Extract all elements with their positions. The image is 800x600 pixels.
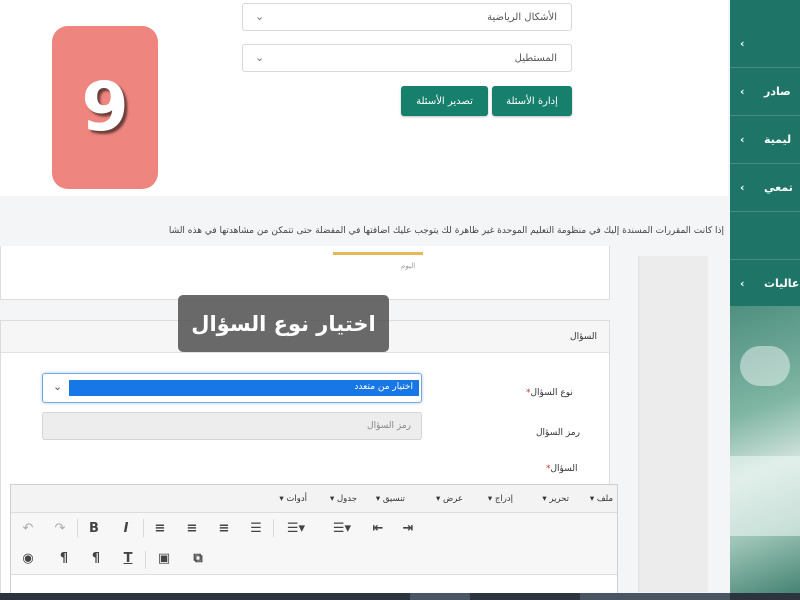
step-number-badge: 9 (52, 26, 158, 189)
shape-select-value: الأشكال الرياضية (487, 11, 557, 23)
export-questions-button[interactable]: تصدير الأسئلة (401, 86, 488, 116)
sidebar-item-3[interactable]: ‹ ليمية (730, 116, 800, 164)
chevron-down-icon: ⌄ (255, 51, 265, 64)
align-center-icon[interactable]: ≡ (181, 517, 203, 539)
paste-icon[interactable]: ▣ (153, 547, 175, 569)
taskbar-strip (0, 593, 800, 600)
bullet-list-icon[interactable]: ☰▾ (279, 517, 313, 539)
level-select-value: المستطيل (514, 52, 557, 64)
upper-card-hint: اليوم (401, 262, 416, 270)
chevron-left-icon: ‹ (740, 277, 745, 290)
numbered-list-icon[interactable]: ☰▾ (325, 517, 359, 539)
align-justify-icon[interactable]: ☰ (245, 517, 267, 539)
chevron-down-icon: ⌄ (255, 10, 265, 23)
undo-icon[interactable]: ↶ (17, 517, 39, 539)
menu-tools[interactable]: أدوات ▾ (279, 494, 307, 504)
question-type-selected-option: اختيار من متعدد (69, 380, 419, 396)
sidebar-item-4[interactable]: ‹ تمعي (730, 164, 800, 212)
sidebar: ‹ ‹ صادر ‹ ليمية ‹ تمعي ‹ عاليات (730, 0, 800, 600)
menu-file[interactable]: ملف ▾ (590, 494, 613, 504)
manage-questions-button[interactable]: إدارة الأسئلة (492, 86, 572, 116)
italic-icon[interactable]: I (115, 517, 137, 539)
rich-text-editor[interactable]: ملف ▾ تحرير ▾ إدراج ▾ عرض ▾ تنسيق ▾ جدول… (10, 484, 618, 600)
outdent-icon[interactable]: ⇤ (367, 517, 389, 539)
chevron-left-icon: ‹ (740, 85, 745, 98)
copy-icon[interactable]: ⧉ (187, 547, 209, 569)
indent-icon[interactable]: ⇥ (397, 517, 419, 539)
align-right-icon[interactable]: ≡ (213, 517, 235, 539)
clear-format-icon[interactable]: T (117, 547, 139, 569)
step-number: 9 (81, 68, 129, 147)
preview-icon[interactable]: ◉ (17, 547, 39, 569)
sidebar-item-6[interactable]: ‹ عاليات (730, 260, 800, 308)
sidebar-item-1[interactable]: ‹ (730, 20, 800, 68)
question-code-label: رمز السؤال (536, 428, 580, 438)
caption-overlay: اختيار نوع السؤال (178, 295, 389, 352)
menu-table[interactable]: جدول ▾ (330, 494, 357, 504)
editor-toolbar: ↶ ↷ B I ≡ ≡ ≡ ☰ ☰▾ ☰▾ ⇤ ⇥ ◉ ¶ ¶ T ▣ ⧉ (11, 513, 617, 575)
chevron-left-icon: ‹ (740, 181, 745, 194)
menu-view[interactable]: عرض ▾ (436, 494, 463, 504)
question-type-select[interactable]: اختيار من متعدد ⌄ (42, 373, 422, 403)
redo-icon[interactable]: ↷ (49, 517, 71, 539)
question-type-label: نوع السؤال* (526, 388, 573, 398)
bold-icon[interactable]: B (83, 517, 105, 539)
chevron-left-icon: ‹ (740, 133, 745, 146)
menu-insert[interactable]: إدراج ▾ (488, 494, 513, 504)
form-side-column (638, 256, 708, 592)
question-code-input[interactable]: رمز السؤال (42, 412, 422, 440)
question-text-label: السؤال* (546, 464, 578, 474)
sidebar-item-2[interactable]: ‹ صادر (730, 68, 800, 116)
shape-select[interactable]: الأشكال الرياضية ⌄ (242, 3, 572, 31)
favorites-notice: إذا كانت المقررات المسندة إليك في منظومة… (168, 226, 724, 236)
level-select[interactable]: المستطيل ⌄ (242, 44, 572, 72)
progress-bar (333, 252, 423, 255)
menu-edit[interactable]: تحرير ▾ (542, 494, 569, 504)
menu-format[interactable]: تنسيق ▾ (376, 494, 405, 504)
chevron-down-icon: ⌄ (53, 380, 63, 393)
paragraph-ltr-icon[interactable]: ¶ (85, 547, 107, 569)
editor-menubar: ملف ▾ تحرير ▾ إدراج ▾ عرض ▾ تنسيق ▾ جدول… (11, 485, 617, 513)
paragraph-rtl-icon[interactable]: ¶ (53, 547, 75, 569)
sidebar-photo (730, 306, 800, 600)
align-left-icon[interactable]: ≡ (149, 517, 171, 539)
chevron-left-icon: ‹ (740, 37, 745, 50)
sidebar-item-5[interactable] (730, 212, 800, 260)
upper-card: اليوم (0, 246, 610, 300)
